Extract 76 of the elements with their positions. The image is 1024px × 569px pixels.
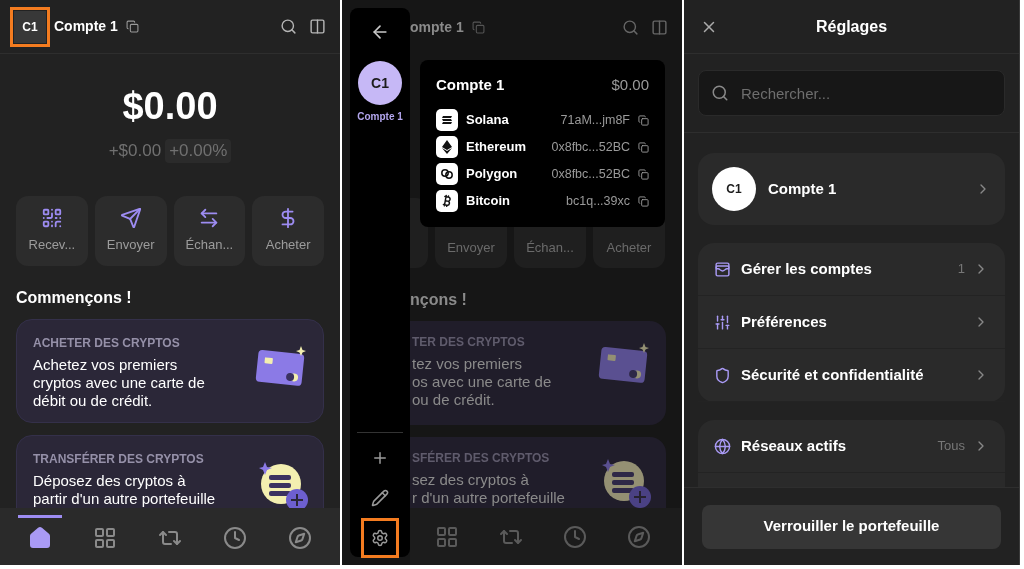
clock-icon: [563, 524, 587, 549]
search-icon[interactable]: [280, 18, 297, 35]
wallet-address: 0x8fbc...52BC: [551, 165, 630, 183]
bitcoin-icon: [436, 190, 458, 212]
account-avatar[interactable]: C1: [358, 61, 402, 105]
home-icon: [28, 526, 53, 550]
globe-icon: [714, 437, 731, 455]
card-description: tez vos premiers os avec une carte de ou de crédit.: [412, 355, 552, 409]
wallet-address: 0x8fbc...52BC: [551, 138, 630, 156]
search-field[interactable]: Rechercher...: [698, 70, 1005, 116]
sliders-icon: [714, 313, 731, 331]
promo-card[interactable]: TRANSFÉRER DES CRYPTOS Déposez des cryptos à partir d'un autre portefeuille: [16, 435, 324, 508]
popover-account-name: Compte 1: [436, 75, 505, 95]
action-button[interactable]: Échan...: [173, 196, 246, 266]
account-name: Compte 1: [768, 178, 837, 199]
grid-icon: [93, 526, 118, 550]
search-icon: [622, 18, 639, 36]
balance-change: +$0.00: [108, 140, 162, 162]
copy-icon: [471, 20, 485, 34]
screen-title: Réglages: [815, 16, 888, 37]
settings-row[interactable]: Gérer les comptes 1: [698, 243, 1005, 296]
grid-icon: [435, 524, 459, 549]
linked-rings-icon: [436, 163, 458, 185]
three-bars-icon: [436, 109, 458, 131]
network-name: Polygon: [466, 165, 518, 184]
settings-row[interactable]: Préférences: [698, 296, 1005, 349]
action-button[interactable]: Acheter: [252, 196, 324, 266]
side-panel-icon: [651, 18, 668, 36]
settings-row[interactable]: Sécurité et confidentialité: [698, 349, 1005, 402]
account-name: ompte 1: [410, 17, 464, 37]
coin-plus-illustration: [259, 462, 309, 508]
copy-icon[interactable]: [125, 20, 139, 33]
popover-balance: $0.00: [611, 75, 649, 95]
account-card[interactable]: C1 Compte 1: [698, 153, 1005, 225]
pencil-icon: [371, 489, 389, 507]
account-name[interactable]: Compte 1: [54, 16, 118, 37]
card-description: Déposez des cryptos à partir d'un autre portefeuille: [33, 472, 216, 508]
copy-icon[interactable]: [638, 141, 649, 153]
row-value: Tous: [937, 437, 965, 456]
settings-icon: [371, 529, 389, 547]
compass-icon: [627, 524, 651, 549]
action-button[interactable]: Envoyer: [94, 196, 167, 266]
balance-amount: $0.00: [122, 86, 218, 126]
card-description: sez des cryptos à r d'un autre portefeuille: [412, 471, 565, 507]
card-eyebrow: ACHETER DES CRYPTOS: [33, 335, 181, 352]
card-eyebrow: SFÉRER DES CRYPTOS: [412, 449, 551, 467]
copy-icon[interactable]: [638, 168, 649, 180]
plus-icon: [371, 449, 389, 467]
card-eyebrow: TRANSFÉRER DES CRYPTOS: [33, 450, 205, 468]
wallet-icon: [714, 260, 731, 278]
account-avatar: C1: [712, 167, 756, 211]
card-eyebrow: TER DES CRYPTOS: [412, 334, 526, 351]
section-title: Commençons !: [16, 288, 133, 308]
wallet-address: 71aM...jm8F: [560, 111, 630, 129]
paper-plane-icon: [119, 207, 142, 230]
account-label: Compte 1: [357, 110, 403, 124]
section-title: nçons !: [410, 290, 468, 310]
copy-icon[interactable]: [638, 195, 649, 207]
action-button[interactable]: Recev...: [16, 196, 88, 266]
promo-card[interactable]: ACHETER DES CRYPTOS Achetez vos premiers cryptos avec une carte de débit ou de crédit.: [16, 319, 324, 423]
clock-icon: [222, 526, 247, 550]
card-description: Achetez vos premiers cryptos avec une carte de débit ou de crédit.: [33, 356, 205, 410]
network-name: Solana: [466, 111, 509, 130]
sidebar-tool-button[interactable]: [364, 521, 396, 555]
qr-code-icon: [40, 207, 63, 230]
shield-icon: [714, 366, 731, 384]
network-name: Ethereum: [466, 138, 526, 157]
copy-icon[interactable]: [638, 114, 649, 126]
percent-change-badge: +0.00%: [165, 139, 232, 163]
settings-row[interactable]: Réseaux actifs Tous: [698, 420, 1005, 473]
compass-icon: [287, 526, 312, 550]
lock-wallet-button[interactable]: Verrouiller le portefeuille: [702, 504, 1001, 549]
coin-plus-illustration: [602, 459, 652, 508]
row-value: 1: [957, 260, 965, 279]
side-panel-icon[interactable]: [309, 18, 326, 35]
search-icon: [711, 84, 729, 102]
